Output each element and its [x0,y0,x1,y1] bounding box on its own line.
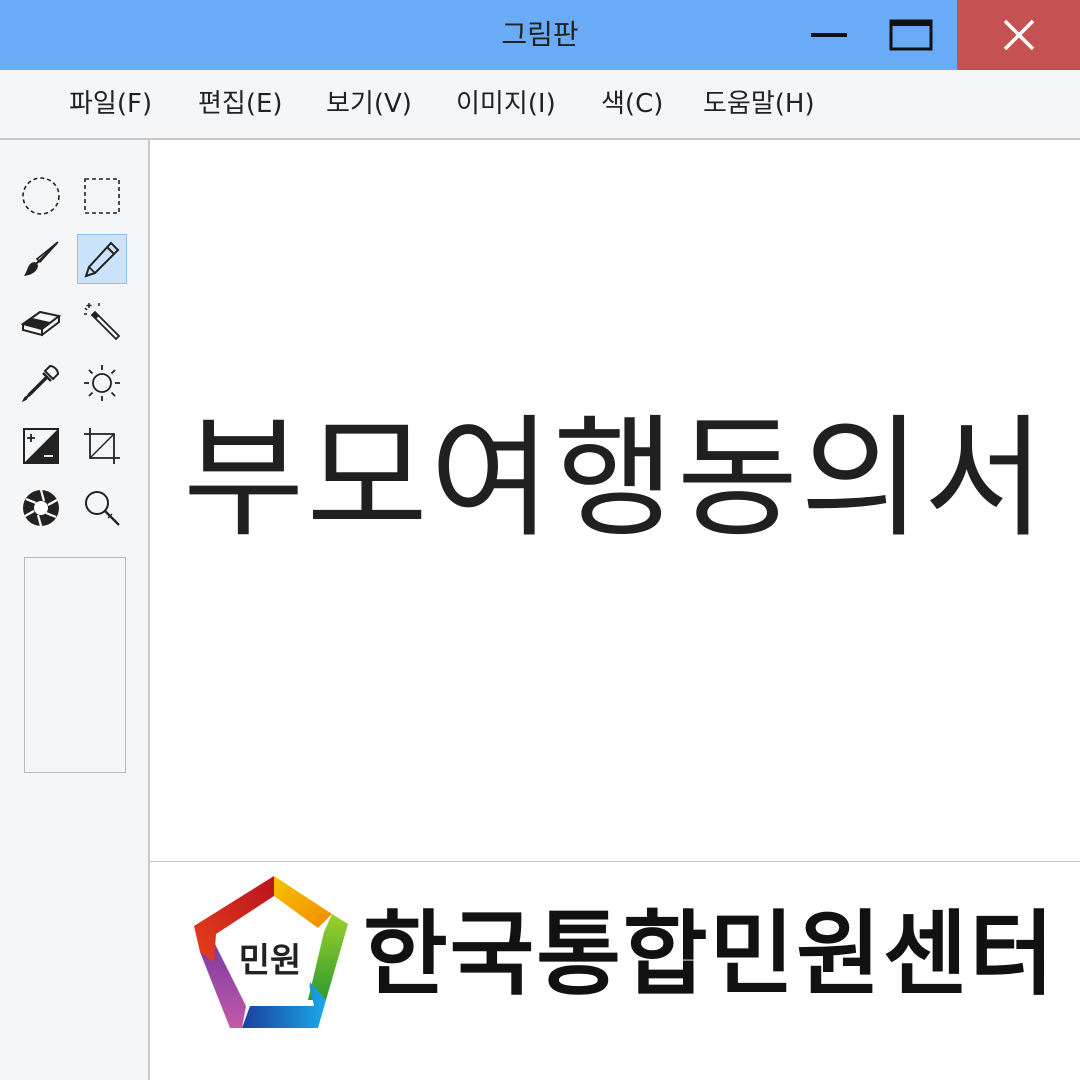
menu-help[interactable]: 도움말(H) [703,70,815,138]
maximize-button[interactable] [880,0,942,70]
brightness-icon [84,365,120,401]
brand-name-text: 한국통합민원센터 [363,901,1057,1008]
pencil-icon [84,241,120,278]
minwon-logo: 민원 [194,876,348,1028]
color-swatch-box[interactable] [24,557,126,773]
close-button[interactable] [957,0,1080,70]
menu-edit[interactable]: 편집(E) [198,70,283,138]
eyedropper-icon [21,364,60,403]
tool-aperture[interactable] [16,483,66,533]
menu-color[interactable]: 색(C) [601,70,663,138]
rect-select-icon [84,178,120,214]
tool-magic-wand[interactable] [77,296,127,346]
aperture-icon [23,489,59,527]
tool-crop[interactable] [77,421,127,471]
close-icon [1003,19,1034,51]
contrast-icon [23,428,59,464]
eraser-icon [20,310,62,337]
tool-magnifier[interactable] [77,483,127,533]
tool-brightness[interactable] [77,358,127,408]
menu-file[interactable]: 파일(F) [69,70,152,138]
minimize-button[interactable] [800,0,858,70]
menu-bar: 파일(F) 편집(E) 보기(V) 이미지(I) 색(C) 도움말(H) [0,70,1080,140]
tool-brush[interactable] [16,234,66,284]
magnifier-icon [85,491,120,526]
canvas-divider [150,861,1080,862]
menu-image[interactable]: 이미지(I) [456,70,556,138]
tool-eraser[interactable] [16,296,66,346]
logo-text: 민원 [239,941,302,981]
crop-icon [84,428,120,464]
tool-ellipse-select[interactable] [16,171,66,221]
brush-icon [24,241,59,276]
ellipse-select-icon [22,177,60,215]
maximize-icon [889,19,933,51]
tool-eyedropper[interactable] [16,358,66,408]
toolbox [0,140,150,1080]
minimize-icon [811,33,847,37]
tool-pencil[interactable] [77,234,127,284]
document-title-text: 부모여행동의서 [182,402,1048,556]
canvas[interactable]: 부모여행동의서 민원 한국통합민원센터 [150,140,1080,1080]
tool-contrast[interactable] [16,421,66,471]
title-bar: 그림판 [0,0,1080,70]
menu-view[interactable]: 보기(V) [326,70,412,138]
tool-rect-select[interactable] [77,171,127,221]
magic-wand-icon [84,303,121,341]
